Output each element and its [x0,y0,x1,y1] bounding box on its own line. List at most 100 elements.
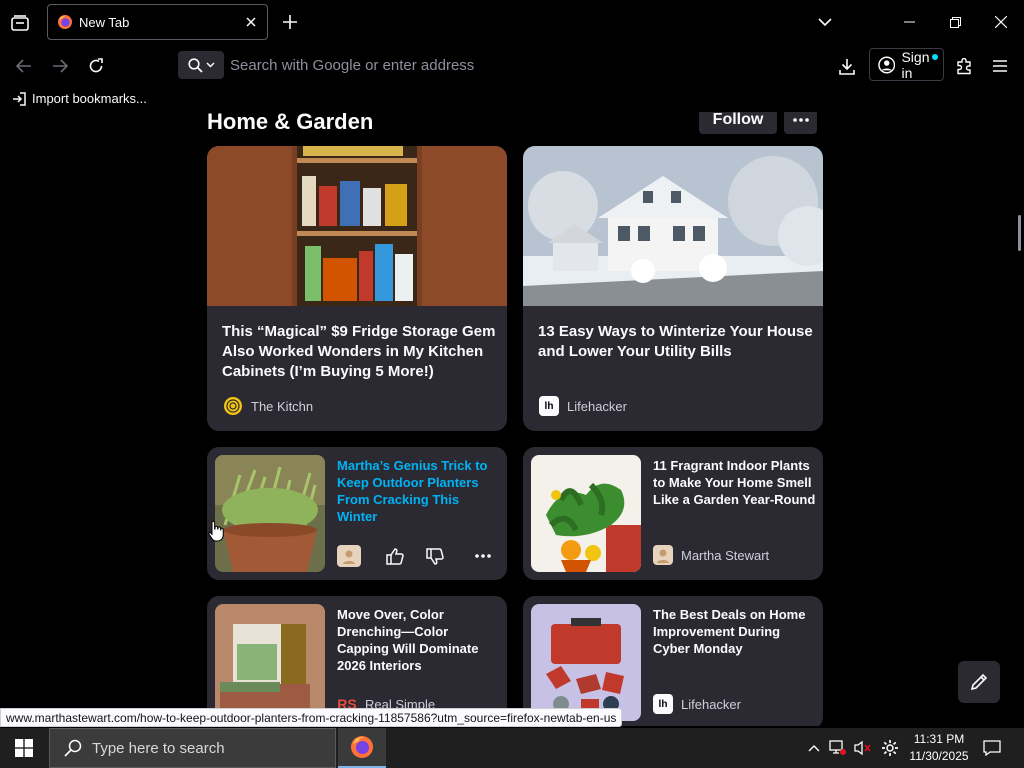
extensions-button[interactable] [950,52,978,80]
chevron-up-icon [808,744,820,751]
windows-logo-icon [15,739,33,757]
network-icon [829,740,846,755]
story-source: lh Lifehacker [653,694,741,714]
taskbar-firefox-button[interactable] [338,728,386,768]
clock-date: 11/30/2025 [909,749,969,763]
settings-button[interactable] [880,738,900,758]
minimize-button[interactable] [886,0,932,44]
thumbs-up-icon [386,547,404,565]
new-tab-button[interactable] [278,10,302,34]
navigation-toolbar: Sign in [0,44,1024,86]
thumbs-down-icon [426,547,444,565]
section-title: Home & Garden [207,112,374,134]
forward-button[interactable] [46,52,74,80]
tab-new-tab[interactable]: New Tab [47,4,268,40]
reload-button[interactable] [82,52,110,80]
puzzle-piece-icon [956,57,971,74]
app-menu-button[interactable] [986,52,1014,80]
clock-time: 11:31 PM [913,732,965,746]
story-title: Martha’s Genius Trick to Keep Outdoor Pl… [337,458,488,524]
new-tab-page: Home & Garden Follow This “Magical” $9 F… [0,112,1024,726]
downloads-button[interactable] [833,52,861,80]
customize-button[interactable] [958,661,1000,703]
story-title: The Best Deals on Home Improvement Durin… [653,607,806,656]
story-more-button[interactable] [471,545,495,567]
story-title: 11 Fragrant Indoor Plants to Make Your H… [653,458,816,507]
story-thumbnail [207,146,507,306]
story-thumbnail [523,146,823,306]
story-card[interactable]: 11 Fragrant Indoor Plants to Make Your H… [523,447,823,580]
start-button[interactable] [0,728,48,768]
search-icon [187,57,203,73]
close-tab-button[interactable] [239,10,263,34]
story-title: Move Over, Color Drenching—Color Capping… [337,607,479,673]
section-more-button[interactable] [784,112,817,134]
address-bar [178,50,828,80]
story-source: Martha Stewart [653,545,769,565]
import-bookmarks-button[interactable]: Import bookmarks... [12,91,147,106]
story-thumbnail [215,455,325,572]
hamburger-menu-icon [993,60,1007,72]
sign-in-button[interactable]: Sign in [869,48,944,81]
chevron-down-icon [205,62,215,68]
arrow-left-icon [16,59,31,73]
publisher-avatar [653,545,673,565]
firefox-icon [351,736,373,758]
search-engine-selector[interactable] [178,51,224,79]
back-button[interactable] [10,52,38,80]
sign-in-label: Sign in [901,48,930,81]
download-icon [839,58,855,75]
list-tabs-dropdown[interactable] [813,10,837,34]
url-input[interactable] [230,51,828,79]
publisher-logo-icon: lh [653,694,673,714]
publisher-name: Lifehacker [681,696,741,712]
story-source: lh Lifehacker [539,396,627,416]
taskbar-clock[interactable]: 11:31 PM 11/30/2025 [906,731,972,765]
more-options-icon [792,118,809,122]
notifications-button[interactable] [980,737,1004,759]
story-card[interactable]: The Best Deals on Home Improvement Durin… [523,596,823,726]
more-options-icon [475,554,491,558]
minimize-icon [903,21,915,23]
story-source: The Kitchn [223,396,313,416]
list-all-tabs-button[interactable] [8,11,32,35]
story-card[interactable]: This “Magical” $9 Fridge Storage Gem Als… [207,146,507,431]
story-title: This “Magical” $9 Fridge Storage Gem Als… [222,323,496,380]
volume-button[interactable] [853,738,873,758]
publisher-name: The Kitchn [251,398,314,414]
bookmarks-toolbar: Import bookmarks... [0,86,1024,112]
publisher-logo-icon [223,396,243,416]
close-icon [246,17,256,27]
network-button[interactable] [828,738,848,758]
hand-cursor-icon [208,520,224,542]
sign-in-badge [932,54,938,60]
import-bookmarks-label: Import bookmarks... [32,91,147,106]
close-icon [995,16,1007,28]
firefox-icon [58,15,72,29]
windows-taskbar: Type here to search 11:31 PM 11/30/2025 [0,728,1024,768]
follow-button[interactable]: Follow [699,112,777,134]
close-window-button[interactable] [978,0,1024,44]
search-icon [64,739,82,757]
plus-icon [283,15,297,29]
publisher-logo-icon: lh [539,396,559,416]
story-card[interactable]: Move Over, Color Drenching—Color Capping… [207,596,507,726]
tab-strip: New Tab [0,0,1024,44]
publisher-avatar [337,545,361,567]
thumbs-up-button[interactable] [383,545,407,567]
story-title: 13 Easy Ways to Winterize Your House and… [538,323,813,360]
show-hidden-icons-button[interactable] [804,738,824,758]
account-icon [878,56,896,73]
taskbar-search-box[interactable]: Type here to search [49,728,336,768]
thumbs-down-button[interactable] [423,545,447,567]
restore-button[interactable] [932,0,978,44]
tab-list-icon [11,15,29,31]
mouse-cursor [208,520,224,547]
tab-title: New Tab [79,14,130,30]
reload-icon [89,58,103,73]
story-card[interactable]: Martha’s Genius Trick to Keep Outdoor Pl… [207,447,507,580]
gear-icon [882,740,898,756]
scrollbar-thumb[interactable] [1018,215,1021,251]
publisher-name: Martha Stewart [681,547,770,563]
story-card[interactable]: 13 Easy Ways to Winterize Your House and… [523,146,823,431]
